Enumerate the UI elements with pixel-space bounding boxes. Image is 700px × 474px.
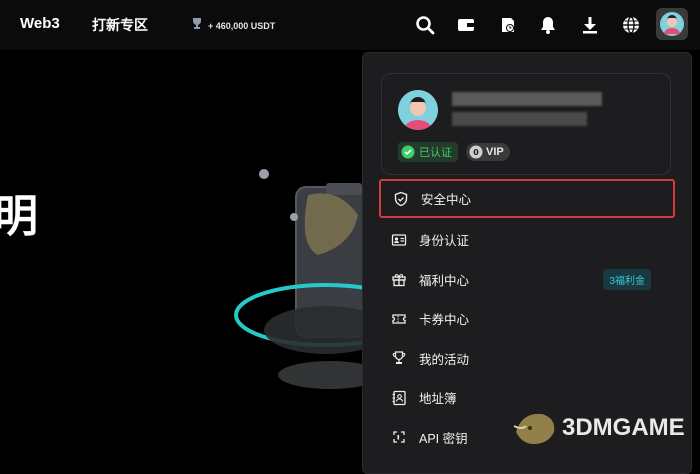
prize-amount: + 460,000 USDT <box>208 20 276 31</box>
vip-label: VIP <box>486 146 504 158</box>
bell-icon[interactable] <box>536 13 560 37</box>
menu-item-identity-verification[interactable]: 身份认证 <box>379 220 675 260</box>
hero-headline-fragment: 明 <box>0 192 38 241</box>
mascot-logo-icon <box>513 413 555 444</box>
new-listing-link[interactable]: 打新专区 <box>92 15 148 35</box>
menu-item-coupon-center[interactable]: 卡券中心 <box>379 299 675 339</box>
wallet-icon[interactable] <box>454 13 478 37</box>
ticket-icon <box>391 311 407 327</box>
redacted-username <box>452 92 602 106</box>
menu-item-label: 福利中心 <box>419 273 470 288</box>
vip-badge[interactable]: 0 VIP <box>466 143 510 161</box>
globe-icon[interactable] <box>619 13 643 37</box>
vip-level-icon: 0 <box>469 145 483 159</box>
web3-link[interactable]: Web3 <box>20 15 60 32</box>
menu-item-label: 安全中心 <box>421 193 472 207</box>
id-card-icon <box>391 232 407 248</box>
shield-icon <box>393 191 409 207</box>
menu-item-rewards-center[interactable]: 福利中心 3福利金 <box>379 260 675 300</box>
download-icon[interactable] <box>578 13 602 37</box>
menu-item-security-center[interactable]: 安全中心 <box>379 179 675 218</box>
user-avatar-button[interactable] <box>656 8 688 40</box>
rewards-count-badge: 3福利金 <box>603 268 651 290</box>
watermark: 3DMGAME <box>512 408 685 448</box>
profile-card[interactable]: 已认证 0 VIP <box>381 73 671 175</box>
svg-text:0: 0 <box>473 148 479 157</box>
top-navigation-bar: Web3 打新专区 + 460,000 USDT <box>0 0 700 50</box>
redacted-user-id <box>452 112 587 126</box>
status-badges: 已认证 0 VIP <box>398 142 510 162</box>
menu-item-label: 我的活动 <box>419 352 470 367</box>
trophy-icon <box>190 16 204 35</box>
history-icon[interactable] <box>496 13 520 37</box>
profile-avatar <box>398 90 438 130</box>
watermark-text: 3DMGAME <box>562 414 685 441</box>
gift-icon <box>391 271 407 287</box>
menu-item-label: 地址簿 <box>419 392 457 407</box>
address-book-icon <box>391 390 407 406</box>
menu-item-label: API 密钥 <box>419 431 468 446</box>
hero-illustration <box>230 165 418 410</box>
menu-item-my-activities[interactable]: 我的活动 <box>379 339 675 379</box>
verified-label: 已认证 <box>419 147 452 159</box>
search-icon[interactable] <box>413 13 437 37</box>
menu-item-label: 身份认证 <box>419 234 470 249</box>
trophy-icon <box>391 350 407 366</box>
prize-pool-banner[interactable]: + 460,000 USDT <box>190 16 275 35</box>
check-badge-icon <box>401 145 415 159</box>
verified-badge[interactable]: 已认证 <box>398 142 458 162</box>
api-icon <box>391 429 407 445</box>
menu-item-label: 卡券中心 <box>419 313 470 328</box>
